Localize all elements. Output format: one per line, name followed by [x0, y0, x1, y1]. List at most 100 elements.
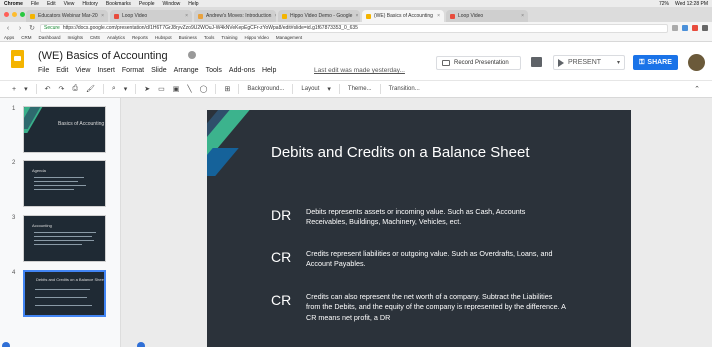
menu-format[interactable]: Format [122, 67, 144, 74]
tab-close-icon[interactable]: × [437, 13, 440, 19]
background-button[interactable]: Background... [247, 86, 284, 92]
text-box-icon[interactable]: ▭ [158, 85, 165, 93]
print-icon[interactable]: ⎙ [72, 85, 78, 93]
tab-close-icon[interactable]: × [274, 13, 276, 19]
slide-title[interactable]: Debits and Credits on a Balance Sheet [271, 144, 530, 161]
move-to-folder-icon[interactable] [188, 51, 196, 59]
extension-icon[interactable] [692, 25, 698, 31]
current-slide[interactable]: Debits and Credits on a Balance Sheet DR… [207, 110, 631, 347]
clock[interactable]: Wed 12:28 PM [675, 1, 708, 7]
forward-icon[interactable]: › [16, 25, 24, 32]
collapse-toolbar-icon[interactable]: ⌃ [694, 85, 700, 93]
browser-tab[interactable]: Andrew's Moves: Introduction × [194, 10, 276, 22]
bookmark-item[interactable]: CMS [90, 35, 100, 40]
back-icon[interactable]: ‹ [4, 25, 12, 32]
bookmark-item[interactable]: Business [179, 35, 197, 40]
bookmark-item[interactable]: Apps [4, 35, 14, 40]
bookmark-item[interactable]: CRM [21, 35, 31, 40]
bookmark-item[interactable]: Hippo Video [244, 35, 268, 40]
menubar-bookmarks[interactable]: Bookmarks [106, 1, 131, 7]
debit-description[interactable]: Debits represents assets or incoming val… [306, 207, 568, 228]
star-icon[interactable] [672, 25, 678, 31]
bookmark-item[interactable]: Analytics [107, 35, 125, 40]
document-title[interactable]: (WE) Basics of Accounting [38, 50, 168, 62]
present-button[interactable]: PRESENT ▾ [553, 55, 625, 70]
transition-button[interactable]: Transition... [389, 86, 420, 92]
new-slide-icon[interactable]: + [12, 86, 16, 93]
slide-thumbnail-3[interactable]: Accounting [23, 215, 106, 262]
menu-tools[interactable]: Tools [206, 67, 222, 74]
credit-description[interactable]: Credits represent liabilities or outgoin… [306, 249, 568, 270]
bookmark-item[interactable]: Reports [132, 35, 148, 40]
slide-canvas[interactable]: Debits and Credits on a Balance Sheet DR… [121, 98, 712, 347]
chevron-down-icon[interactable]: ▾ [617, 59, 620, 66]
chevron-down-icon[interactable]: ▾ [327, 85, 331, 93]
maximize-window-icon[interactable] [20, 12, 25, 17]
menu-edit[interactable]: Edit [56, 67, 68, 74]
comments-icon[interactable] [531, 57, 542, 67]
last-edit-link[interactable]: Last edit was made yesterday... [314, 67, 405, 74]
undo-icon[interactable]: ↶ [45, 85, 51, 93]
url-input[interactable]: Secure https://docs.google.com/presentat… [40, 23, 668, 33]
debit-label[interactable]: DR [271, 207, 291, 223]
extension-icon[interactable] [682, 25, 688, 31]
slides-logo-icon[interactable] [11, 50, 24, 68]
share-button[interactable]: ⚿ SHARE [633, 55, 678, 70]
credit-label-2[interactable]: CR [271, 292, 291, 308]
menubar-people[interactable]: People [139, 1, 155, 7]
menu-slide[interactable]: Slide [151, 67, 167, 74]
add-comment-icon[interactable]: ⊞ [224, 85, 230, 93]
select-cursor-icon[interactable]: ➤ [144, 85, 150, 93]
tab-close-icon[interactable]: × [521, 13, 524, 19]
browser-tab[interactable]: Loop Video × [110, 10, 192, 22]
menubar-file[interactable]: File [31, 1, 39, 7]
menubar-view[interactable]: View [64, 1, 75, 7]
menu-addons[interactable]: Add-ons [229, 67, 255, 74]
record-presentation-button[interactable]: Record Presentation [436, 56, 521, 70]
menu-help[interactable]: Help [262, 67, 276, 74]
redo-icon[interactable]: ↷ [58, 85, 64, 93]
paint-format-icon[interactable]: 🖌 [86, 85, 95, 93]
image-icon[interactable]: ▣ [173, 85, 180, 93]
menu-arrange[interactable]: Arrange [174, 67, 199, 74]
credit-label[interactable]: CR [271, 249, 291, 265]
avatar[interactable] [688, 54, 705, 71]
bookmark-item[interactable]: Training [221, 35, 237, 40]
battery-status[interactable]: 72% [659, 1, 669, 7]
tab-close-icon[interactable]: × [185, 13, 188, 19]
browser-tab-active[interactable]: (WE) Basics of Accounting × [362, 10, 444, 22]
tab-close-icon[interactable]: × [355, 13, 358, 19]
layout-button[interactable]: Layout [301, 86, 319, 92]
zoom-icon[interactable]: ⌕ [112, 85, 116, 93]
bookmark-item[interactable]: Management [276, 35, 302, 40]
browser-tab[interactable]: Hippo Video Demo - Google × [278, 10, 360, 22]
tab-close-icon[interactable]: × [101, 13, 104, 19]
bookmark-item[interactable]: Tools [204, 35, 215, 40]
theme-button[interactable]: Theme... [348, 86, 372, 92]
reload-icon[interactable]: ↻ [28, 24, 36, 32]
chevron-down-icon[interactable]: ▾ [24, 85, 28, 93]
menubar-help[interactable]: Help [188, 1, 198, 7]
menu-icon[interactable] [702, 25, 708, 31]
bookmark-item[interactable]: Dashboard [39, 35, 61, 40]
browser-tab[interactable]: Educators Webinar Mar-20 × [26, 10, 108, 22]
line-icon[interactable]: ╲ [187, 85, 191, 93]
bookmark-item[interactable]: Hubspot [155, 35, 172, 40]
menubar-edit[interactable]: Edit [47, 1, 56, 7]
menubar-window[interactable]: Window [163, 1, 181, 7]
slide-thumbnail-4[interactable]: Debits and Credits on a Balance Sheet [23, 270, 106, 317]
chevron-down-icon[interactable]: ▾ [124, 85, 128, 93]
minimize-window-icon[interactable] [12, 12, 17, 17]
browser-tab[interactable]: Loop Video × [446, 10, 528, 22]
menu-view[interactable]: View [75, 67, 90, 74]
menubar-app-name[interactable]: Chrome [4, 1, 23, 7]
slide-thumbnail-2[interactable]: Agenda [23, 160, 106, 207]
menu-file[interactable]: File [38, 67, 49, 74]
menubar-history[interactable]: History [82, 1, 98, 7]
shape-icon[interactable]: ◯ [200, 85, 208, 93]
bookmark-item[interactable]: Insights [68, 35, 84, 40]
close-window-icon[interactable] [4, 12, 9, 17]
menu-insert[interactable]: Insert [97, 67, 115, 74]
credit-net-worth-description[interactable]: Credits can also represent the net worth… [306, 292, 568, 323]
slide-thumbnail-1[interactable]: Basics of Accounting [23, 106, 106, 153]
